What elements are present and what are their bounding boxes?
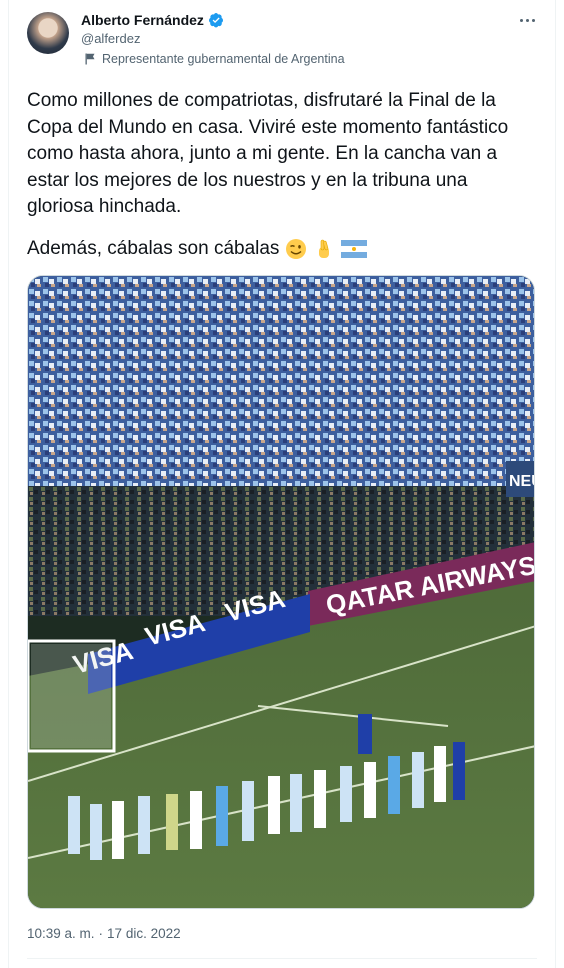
avatar[interactable] [27,12,69,54]
author-name[interactable]: Alberto Fernández [81,12,204,28]
tweet-photo[interactable]: QATAR AIRWAYS VISA VISA VISA NEU [27,275,535,909]
stadium-photo: QATAR AIRWAYS VISA VISA VISA NEU [28,276,535,908]
tweet-paragraph: Como millones de compatriotas, disfrutar… [27,90,509,217]
author-handle[interactable]: @alferdez [81,31,140,46]
tweet-card: Alberto Fernández @alferdez Representant… [8,0,556,968]
tweet-text: Como millones de compatriotas, disfrutar… [27,88,539,221]
verified-badge-icon [208,13,223,28]
tweet-time: 10:39 a. m. [27,926,95,941]
argentina-flag-icon [341,240,368,258]
banner-neu: NEU [509,473,535,490]
tweet-timestamp[interactable]: 10:39 a. m. · 17 dic. 2022 [27,926,181,941]
more-dot [531,18,535,22]
more-dot [519,18,523,22]
flag-icon [85,53,95,65]
tweet-second-line-text: Además, cábalas son cábalas [27,238,280,259]
timestamp-separator: · [98,926,104,941]
government-label-text: Representante gubernamental de Argentina [102,52,345,66]
winking-face-icon [286,239,307,259]
more-options-button[interactable] [513,10,541,30]
divider [27,958,537,959]
author-name-row: Alberto Fernández [81,12,224,28]
government-label: Representante gubernamental de Argentina [85,52,345,66]
more-dot [525,18,529,22]
crossed-fingers-icon [319,239,330,258]
tweet-date: 17 dic. 2022 [107,926,181,941]
tweet-second-line: Además, cábalas son cábalas [27,238,368,260]
